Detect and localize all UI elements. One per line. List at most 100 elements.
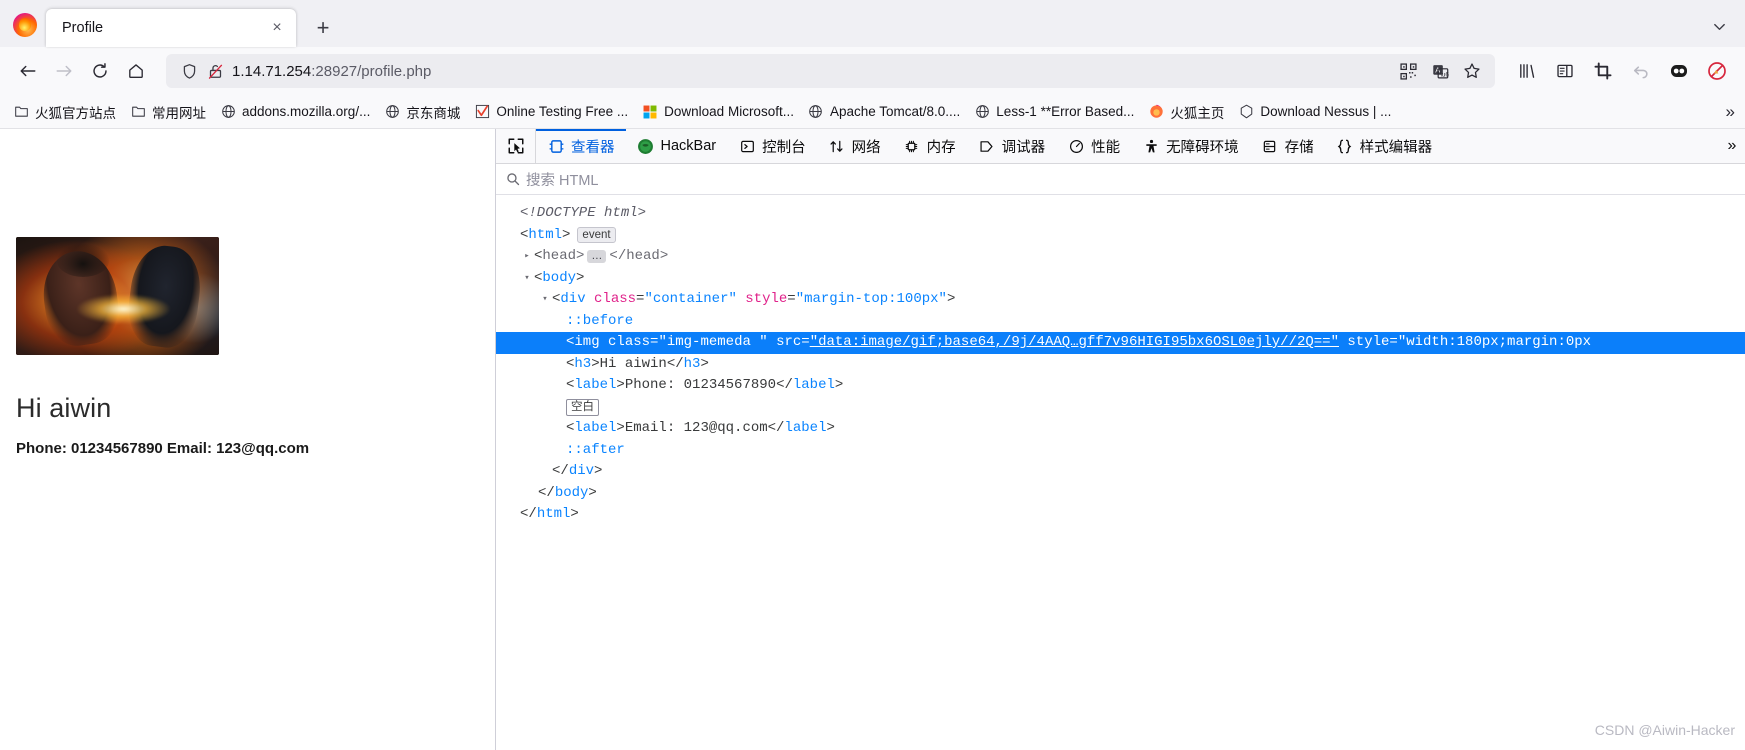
tab-label: 无障碍环境 — [1166, 139, 1239, 156]
div-gt: > — [946, 291, 956, 307]
profile-image — [16, 237, 219, 355]
storage-icon — [1261, 137, 1279, 155]
img-val-class[interactable]: "img-memeda " — [658, 332, 767, 354]
new-tab-button[interactable]: + — [306, 11, 340, 45]
bookmark-item[interactable]: Apache Tomcat/8.0.... — [801, 101, 967, 123]
tab-label: 网络 — [851, 139, 881, 156]
library-icon[interactable] — [1509, 55, 1545, 87]
bookmark-label: 火狐主页 — [1170, 105, 1225, 121]
tab-network[interactable]: 网络 — [817, 129, 892, 163]
dark-reader-icon[interactable] — [1661, 55, 1697, 87]
pseudo-before: ::before — [566, 312, 634, 329]
tab-storage[interactable]: 存储 — [1250, 129, 1325, 163]
url-text[interactable]: 1.14.71.254:28927/profile.php — [228, 63, 1393, 80]
tab-style-editor[interactable]: 样式编辑器 — [1325, 129, 1444, 163]
forward-icon — [46, 54, 82, 88]
sidebar-icon[interactable] — [1547, 55, 1583, 87]
style-editor-icon — [1336, 137, 1354, 155]
markup-row-label-phone[interactable]: < label > Phone: 01234567890 </label > — [496, 375, 1745, 397]
markup-row-body[interactable]: ▾ < body > — [496, 268, 1745, 290]
tab-hackbar[interactable]: HackBar — [626, 129, 728, 163]
img-val-style[interactable]: "width:180px;margin:0px — [1398, 332, 1591, 354]
tab-label: 内存 — [926, 139, 956, 156]
navigation-toolbar: 1.14.71.254:28927/profile.php A \u6 — [0, 47, 1745, 95]
markup-row-before[interactable]: ::before — [496, 311, 1745, 333]
tab-accessibility[interactable]: 无障碍环境 — [1131, 129, 1250, 163]
markup-row-doctype[interactable]: <!DOCTYPE html> — [496, 203, 1745, 225]
shield-icon[interactable] — [176, 63, 202, 80]
addressbar-actions: A \u6587 — [1393, 57, 1487, 85]
bookmark-star-icon[interactable] — [1457, 57, 1487, 85]
tab-label: 控制台 — [762, 139, 806, 156]
performance-icon — [1067, 137, 1085, 155]
bookmark-item[interactable]: Online Testing Free ... — [467, 101, 635, 123]
bookmark-item[interactable]: 京东商城 — [377, 99, 467, 125]
markup-row-head[interactable]: ▸ < head >… </head> — [496, 246, 1745, 268]
img-val-src[interactable]: "data:image/gif;base64,/9j/4AAQ…gff7v96H… — [810, 332, 1339, 354]
markup-row-whitespace[interactable]: 空白 — [496, 397, 1745, 419]
expand-twisty-icon[interactable]: ▸ — [520, 246, 534, 268]
bookmark-label: 火狐官方站点 — [35, 105, 116, 121]
markup-row-html[interactable]: < html > event — [496, 225, 1745, 247]
markup-search-input[interactable]: 搜索 HTML — [496, 164, 1745, 195]
address-bar[interactable]: 1.14.71.254:28927/profile.php A \u6 — [166, 54, 1495, 88]
bookmarks-overflow-button[interactable]: » — [1719, 95, 1741, 128]
bookmark-item[interactable]: Less-1 **Error Based... — [967, 101, 1141, 123]
bookmark-item[interactable]: Download Microsoft... — [635, 101, 801, 123]
html-gt: > — [562, 226, 571, 243]
tab-inspector[interactable]: 查看器 — [536, 129, 626, 163]
qrcode-icon[interactable] — [1393, 57, 1423, 85]
whitespace-badge: 空白 — [566, 398, 599, 416]
markup-row-after[interactable]: ::after — [496, 440, 1745, 462]
bookmark-item[interactable]: 火狐主页 — [1141, 99, 1231, 125]
close-icon[interactable]: × — [264, 15, 290, 41]
markup-row-div-close[interactable]: </div > — [496, 461, 1745, 483]
chevron-down-icon[interactable] — [1703, 11, 1735, 41]
tab-performance[interactable]: 性能 — [1056, 129, 1131, 163]
markup-row-body-close[interactable]: </body > — [496, 483, 1745, 505]
devtools-panel: 查看器 HackBar 控制台 网络 内存 调试器 性能 无障碍环境 存储 样式… — [495, 129, 1745, 750]
console-icon — [738, 137, 756, 155]
folder-icon — [13, 104, 29, 120]
devtools-overflow-button[interactable]: » — [1719, 129, 1745, 163]
html-lt: < — [520, 226, 529, 243]
page-contact-info: Phone: 01234567890 Email: 123@qq.com — [16, 440, 310, 457]
microsoft-icon — [642, 104, 658, 120]
div-val-style[interactable]: "margin-top:100px" — [796, 289, 947, 311]
element-picker-icon[interactable] — [496, 129, 536, 163]
bookmark-label: Online Testing Free ... — [496, 104, 629, 119]
markup-row-label-email[interactable]: < label > Email: 123@qq.com </label > — [496, 418, 1745, 440]
bookmark-item[interactable]: 火狐官方站点 — [6, 99, 123, 125]
globe-icon — [808, 104, 824, 120]
bookmark-item[interactable]: Download Nessus | ... — [1231, 101, 1398, 123]
lock-broken-icon[interactable] — [202, 63, 228, 80]
reload-icon[interactable] — [82, 54, 118, 88]
bookmark-label: Download Microsoft... — [664, 104, 794, 119]
tab-console[interactable]: 控制台 — [727, 129, 817, 163]
tab-debugger[interactable]: 调试器 — [967, 129, 1057, 163]
body-lt: < — [534, 269, 543, 286]
bookmark-item[interactable]: 常用网址 — [123, 99, 213, 125]
screenshot-icon[interactable] — [1585, 55, 1621, 87]
bookmark-item[interactable]: addons.mozilla.org/... — [213, 101, 377, 123]
blocker-icon[interactable] — [1699, 55, 1735, 87]
collapsed-children-badge[interactable]: … — [587, 250, 607, 264]
markup-row-div-container[interactable]: ▾ < div class = "container" style = "margin-t… — [496, 289, 1745, 311]
home-icon[interactable] — [118, 54, 154, 88]
tab-label: HackBar — [660, 138, 717, 154]
pseudo-after: ::after — [566, 441, 625, 458]
tab-memory[interactable]: 内存 — [892, 129, 967, 163]
back-icon[interactable] — [10, 54, 46, 88]
collapse-twisty-icon[interactable]: ▾ — [520, 268, 534, 290]
browser-tab-profile[interactable]: Profile × — [46, 9, 296, 47]
undo-icon[interactable] — [1623, 55, 1659, 87]
markup-row-h3[interactable]: < h3 > Hi aiwin </h3 > — [496, 354, 1745, 376]
markup-tree[interactable]: <!DOCTYPE html> < html > event ▸ < head >… </… — [496, 195, 1745, 750]
memory-icon — [903, 137, 921, 155]
markup-row-html-close[interactable]: </html > — [496, 504, 1745, 526]
collapse-twisty-icon[interactable]: ▾ — [538, 289, 552, 311]
markup-row-img-selected[interactable]: < img class = "img-memeda " src = "data:image… — [496, 332, 1745, 354]
event-badge[interactable]: event — [577, 227, 616, 244]
div-val-class[interactable]: "container" — [644, 289, 736, 311]
translate-icon[interactable]: A \u6587 — [1425, 57, 1455, 85]
